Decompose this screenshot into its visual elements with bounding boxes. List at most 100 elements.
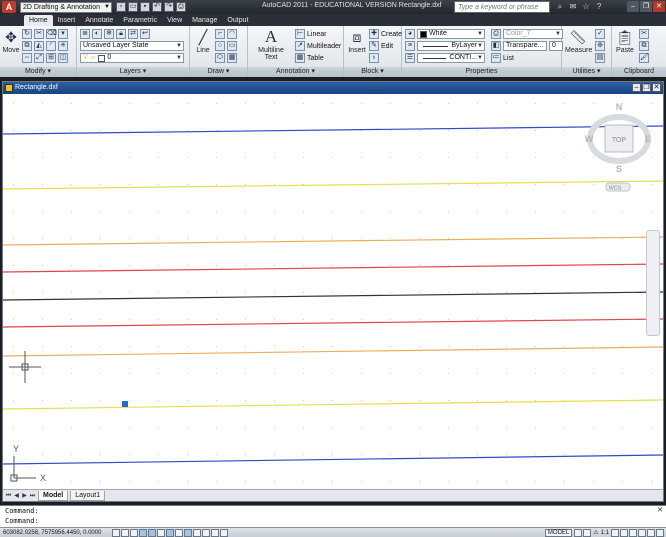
ortho-toggle[interactable] [130, 528, 138, 537]
binoculars-icon[interactable]: ⌕ [555, 1, 565, 12]
red-line-bottom[interactable] [3, 318, 663, 328]
properties-panel-title[interactable]: Properties [402, 67, 561, 77]
block-panel-title[interactable]: Block ▾ [344, 67, 401, 77]
application-menu-button[interactable]: A [2, 1, 16, 13]
line-button[interactable]: ╱ Line [193, 28, 213, 54]
prev-tab-icon[interactable]: ◀ [13, 492, 20, 500]
annotation-visibility-icon[interactable] [611, 528, 619, 537]
layer-properties-icon[interactable]: ≣ [80, 29, 90, 39]
modify-panel-title[interactable]: Modify ▾ [0, 67, 76, 77]
viewcube-top-face[interactable]: TOP [612, 137, 627, 144]
otrack-toggle[interactable] [166, 528, 174, 537]
color-select[interactable]: White ▼ [417, 29, 485, 39]
hatch-icon[interactable]: ▦ [227, 53, 237, 63]
osnap-toggle[interactable] [148, 528, 156, 537]
offset-icon[interactable]: ◫ [58, 53, 68, 63]
tab-manage[interactable]: Manage [187, 15, 222, 26]
draw-panel-title[interactable]: Draw ▾ [190, 67, 247, 77]
command-prompt[interactable]: Command: [0, 516, 666, 526]
quick-view-layouts-icon[interactable] [574, 528, 583, 537]
copy-clip-icon[interactable]: ⧉ [639, 41, 649, 51]
help-icon[interactable]: ? [594, 1, 604, 12]
dyn-toggle[interactable] [184, 528, 192, 537]
quick-view-drawings-icon[interactable] [583, 528, 592, 537]
restore-icon[interactable]: ❐ [642, 83, 651, 92]
layer-previous-icon[interactable]: ↩ [140, 29, 150, 39]
array-icon[interactable]: ⊞ [46, 53, 56, 63]
scale-icon[interactable]: ⤢ [34, 53, 44, 63]
tab-insert[interactable]: Insert [53, 15, 81, 26]
workspace-select[interactable]: 2D Drafting & Annotation ▼ [20, 1, 112, 13]
table-button[interactable]: ▦ Table [295, 53, 324, 63]
annotation-panel-title[interactable]: Annotation ▾ [248, 67, 343, 77]
more-icon[interactable]: ▾ [58, 29, 68, 39]
quick-select-icon[interactable]: ✓ [595, 29, 605, 39]
create-block-button[interactable]: ✚ Create [369, 29, 402, 39]
mirror-icon[interactable]: ◭ [34, 41, 44, 51]
match-properties-icon[interactable]: ◕ [405, 29, 415, 39]
ellipse-icon[interactable]: ⬭ [215, 53, 225, 63]
layer-off-icon[interactable]: ◐ [92, 29, 102, 39]
first-tab-icon[interactable]: ⏮ [5, 492, 12, 500]
lineweight-select[interactable]: ByLayer ▼ [417, 41, 485, 51]
linetype-select[interactable]: CONTI... ▼ [417, 53, 485, 63]
viewcube[interactable]: TOP N S E W WCS [585, 102, 651, 192]
plot-style-select[interactable]: Color_7 ▼ [503, 29, 563, 39]
snap-toggle[interactable] [112, 528, 120, 537]
insert-block-button[interactable]: ⧈ Insert [347, 28, 367, 54]
rectangle-icon[interactable]: ▭ [227, 41, 237, 51]
search-input[interactable]: Type a keyword or phrase [454, 1, 550, 13]
open-icon[interactable]: ▭ [128, 2, 138, 12]
orange-line-bottom[interactable] [3, 346, 663, 357]
rotate-icon[interactable]: ↻ [22, 29, 32, 39]
list-button[interactable]: List [503, 55, 514, 62]
sc-toggle[interactable] [220, 528, 228, 537]
navigation-bar[interactable] [646, 230, 660, 336]
measure-button[interactable]: 📏︎ Measure [565, 28, 592, 54]
redo-icon[interactable]: ↷ [164, 2, 174, 12]
plot-icon[interactable]: ⎙ [176, 2, 186, 12]
layer-match-icon[interactable]: ⇄ [128, 29, 138, 39]
minimize-icon[interactable]: – [632, 83, 641, 92]
circle-icon[interactable]: ○ [215, 41, 225, 51]
clean-screen-icon[interactable] [656, 528, 664, 537]
drawing-canvas[interactable]: Y X TOP N S E W WCS [3, 94, 663, 489]
trim-icon[interactable]: ✂ [34, 29, 44, 39]
fillet-icon[interactable]: ◜ [46, 41, 56, 51]
grip-marker[interactable] [122, 401, 128, 407]
blue-line-bottom[interactable] [3, 454, 663, 465]
transparency-select[interactable]: Transpare... [503, 41, 547, 51]
close-icon[interactable]: ✕ [652, 83, 661, 92]
polyline-icon[interactable]: ⌐ [215, 29, 225, 39]
close-icon[interactable]: ✕ [653, 1, 665, 12]
compass-north[interactable]: N [616, 102, 623, 112]
wcs-menu[interactable]: WCS [609, 186, 622, 192]
layer-lock-icon[interactable]: 🔒︎ [116, 29, 126, 39]
hardware-acceleration-icon[interactable] [638, 528, 646, 537]
layer-select[interactable]: 💡︎ ☼ 0 ▼ [80, 53, 184, 63]
save-icon[interactable]: ▪ [140, 2, 150, 12]
qp-toggle[interactable] [211, 528, 219, 537]
match-icon[interactable]: 🖌︎ [639, 53, 649, 63]
linear-dimension-button[interactable]: ⊢ Linear [295, 29, 326, 39]
grid-toggle[interactable] [121, 528, 129, 537]
stretch-icon[interactable]: ⇔ [22, 53, 32, 63]
arc-icon[interactable]: ◠ [227, 29, 237, 39]
tab-model[interactable]: Model [38, 490, 69, 501]
favorites-icon[interactable]: ☆ [581, 1, 591, 12]
workspace-switching-icon[interactable] [620, 528, 628, 537]
3d-osnap-toggle[interactable] [157, 528, 165, 537]
multiline-text-button[interactable]: A Multiline Text [251, 28, 291, 62]
tab-output[interactable]: Output [222, 15, 253, 26]
undo-icon[interactable]: ↶ [152, 2, 162, 12]
tab-parametric[interactable]: Parametric [118, 15, 162, 26]
restore-icon[interactable]: ❐ [640, 1, 652, 12]
black-line[interactable] [3, 291, 663, 301]
select-similar-icon[interactable]: ⊕ [595, 41, 605, 51]
copy-icon[interactable]: ⧉ [22, 41, 32, 51]
tab-home[interactable]: Home [24, 15, 53, 26]
transparency-value-field[interactable]: 0 [549, 41, 563, 51]
explode-icon[interactable]: ✳ [58, 41, 68, 51]
lock-icon[interactable] [629, 528, 637, 537]
paste-button[interactable]: 📋︎ Paste [615, 28, 635, 54]
